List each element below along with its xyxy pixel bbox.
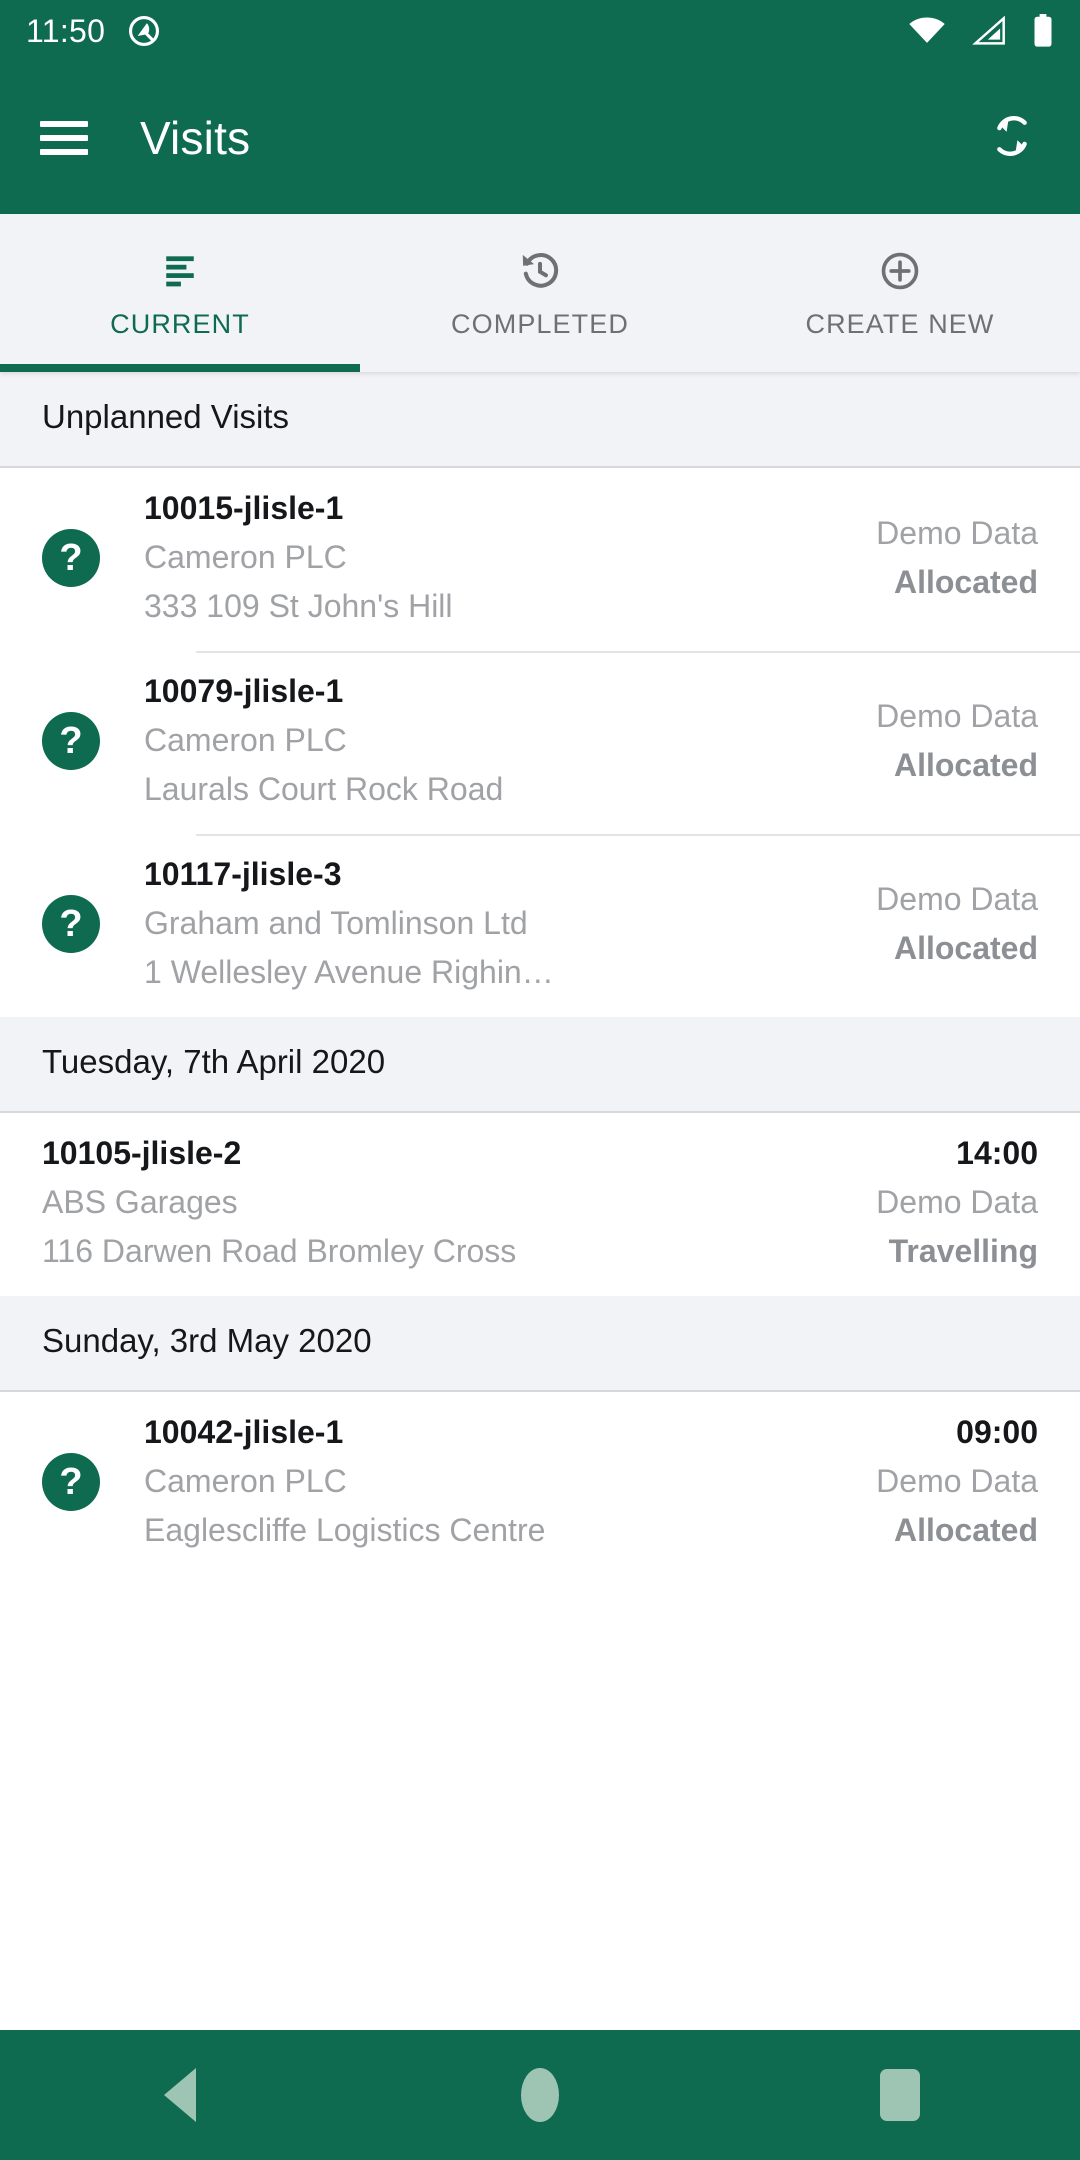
status-badge: Allocated — [893, 929, 1038, 966]
visit-address: Laurals Court Rock Road — [144, 771, 504, 807]
visit-details: 10117-jlisle-3 Graham and Tomlinson Ltd 1 … — [144, 856, 852, 991]
question-mark-icon: ? — [42, 894, 100, 953]
visit-list-item[interactable]: ? 10015-jlisle-1 Cameron PLC 333 109 St Joh… — [0, 468, 1080, 651]
visit-source: Demo Data — [876, 880, 1038, 917]
tab-completed-label: COMPLETED — [451, 308, 629, 339]
sync-refresh-icon[interactable] — [984, 108, 1040, 169]
nav-home-button[interactable] — [360, 2068, 720, 2122]
app-bar: Visits — [0, 62, 1080, 214]
hamburger-line — [40, 135, 88, 141]
section-group: 10105-jlisle-2 ABS Garages 116 Darwen Road… — [0, 1113, 1080, 1296]
visit-reference: 10015-jlisle-1 — [144, 490, 344, 526]
tab-bar: CURRENT COMPLETED CREATE NEW — [0, 214, 1080, 372]
question-mark-icon: ? — [42, 1452, 100, 1511]
app-screen: 11:50 Visits CURRENT COMPLETED CREATE NE… — [0, 0, 1080, 2160]
visit-reference: 10105-jlisle-2 — [42, 1135, 242, 1171]
status-bar-clock: 11:50 — [26, 13, 106, 49]
visit-details: 10079-jlisle-1 Cameron PLC Laurals Court R… — [144, 673, 852, 808]
visit-meta: Demo Data Allocated — [876, 515, 1038, 601]
history-clock-icon — [517, 247, 563, 295]
wifi-icon — [908, 16, 946, 46]
visit-time: 09:00 — [956, 1414, 1038, 1450]
status-bar-left: 11:50 — [26, 14, 161, 48]
visit-meta: Demo Data Allocated — [876, 881, 1038, 967]
visit-list-item[interactable]: ? 10042-jlisle-1 Cameron PLC Eaglescliffe L… — [0, 1392, 1080, 1575]
status-badge: Travelling — [888, 1233, 1038, 1269]
visit-customer: Cameron PLC — [144, 722, 347, 758]
section-group: ? 10042-jlisle-1 Cameron PLC Eaglescliffe L… — [0, 1392, 1080, 1575]
visit-address: 116 Darwen Road Bromley Cross — [42, 1233, 517, 1269]
visit-details: 10015-jlisle-1 Cameron PLC 333 109 St John… — [144, 490, 852, 625]
section-header: Tuesday, 7th April 2020 — [0, 1017, 1080, 1113]
visit-reference: 10079-jlisle-1 — [144, 673, 344, 709]
visit-details: 10042-jlisle-1 Cameron PLC Eaglescliffe Lo… — [144, 1414, 852, 1549]
plus-circle-icon — [877, 247, 923, 295]
status-bar-right — [908, 14, 1054, 48]
visit-reference: 10117-jlisle-3 — [144, 856, 342, 892]
visits-list[interactable]: Unplanned Visits? 10015-jlisle-1 Cameron P… — [0, 372, 1080, 2030]
section-group: ? 10015-jlisle-1 Cameron PLC 333 109 St Joh… — [0, 468, 1080, 1017]
visit-time: 14:00 — [956, 1135, 1038, 1171]
visit-list-item[interactable]: ? 10079-jlisle-1 Cameron PLC Laurals Court … — [0, 651, 1080, 834]
visit-source: Demo Data — [876, 1463, 1038, 1499]
visit-customer: Cameron PLC — [144, 1463, 347, 1499]
nav-back-button[interactable] — [0, 2068, 360, 2122]
visit-meta: Demo Data Allocated — [876, 698, 1038, 784]
visit-list-item[interactable]: ? 10117-jlisle-3 Graham and Tomlinson Ltd 1… — [0, 834, 1080, 1017]
visit-source: Demo Data — [876, 697, 1038, 734]
visit-source: Demo Data — [876, 514, 1038, 551]
status-bar: 11:50 — [0, 0, 1080, 62]
tab-create-new-label: CREATE NEW — [805, 308, 995, 339]
nav-recents-button[interactable] — [720, 2069, 1080, 2121]
visit-customer: Cameron PLC — [144, 539, 347, 575]
visit-address: Eaglescliffe Logistics Centre — [144, 1512, 546, 1548]
status-badge: Allocated — [893, 746, 1038, 783]
android-navigation-bar — [0, 2030, 1080, 2160]
tab-create-new[interactable]: CREATE NEW — [720, 214, 1080, 372]
visit-meta: 14:00 Demo Data Travelling — [876, 1135, 1038, 1270]
visit-address: 333 109 St John's Hill — [144, 588, 453, 624]
recents-square-icon — [880, 2069, 920, 2121]
hamburger-line — [40, 121, 88, 127]
hamburger-menu-icon[interactable] — [40, 121, 88, 155]
android-q-icon — [127, 14, 161, 48]
visit-customer: ABS Garages — [42, 1184, 238, 1220]
tab-active-indicator — [0, 364, 360, 372]
question-mark-icon: ? — [42, 711, 100, 770]
app-bar-actions — [984, 108, 1040, 169]
list-lines-icon — [158, 247, 202, 295]
back-triangle-icon — [164, 2068, 196, 2122]
battery-icon — [1032, 14, 1054, 48]
visit-list-item[interactable]: 10105-jlisle-2 ABS Garages 116 Darwen Road… — [0, 1113, 1080, 1296]
home-circle-icon — [521, 2068, 559, 2122]
status-badge: Allocated — [893, 1512, 1038, 1548]
section-header: Unplanned Visits — [0, 372, 1080, 468]
hamburger-line — [40, 149, 88, 155]
tab-completed[interactable]: COMPLETED — [360, 214, 720, 372]
page-title: Visits — [140, 112, 251, 164]
question-mark-icon: ? — [42, 528, 100, 587]
tab-current-label: CURRENT — [110, 308, 250, 339]
section-header: Sunday, 3rd May 2020 — [0, 1296, 1080, 1392]
cellular-signal-icon — [972, 16, 1006, 46]
visit-source: Demo Data — [876, 1184, 1038, 1220]
visit-address: 1 Wellesley Avenue Righin… — [144, 954, 554, 990]
visit-reference: 10042-jlisle-1 — [144, 1414, 344, 1450]
tab-current[interactable]: CURRENT — [0, 214, 360, 372]
status-badge: Allocated — [893, 563, 1038, 600]
visit-details: 10105-jlisle-2 ABS Garages 116 Darwen Road… — [42, 1135, 852, 1270]
visit-customer: Graham and Tomlinson Ltd — [144, 905, 528, 941]
visit-meta: 09:00 Demo Data Allocated — [876, 1414, 1038, 1549]
